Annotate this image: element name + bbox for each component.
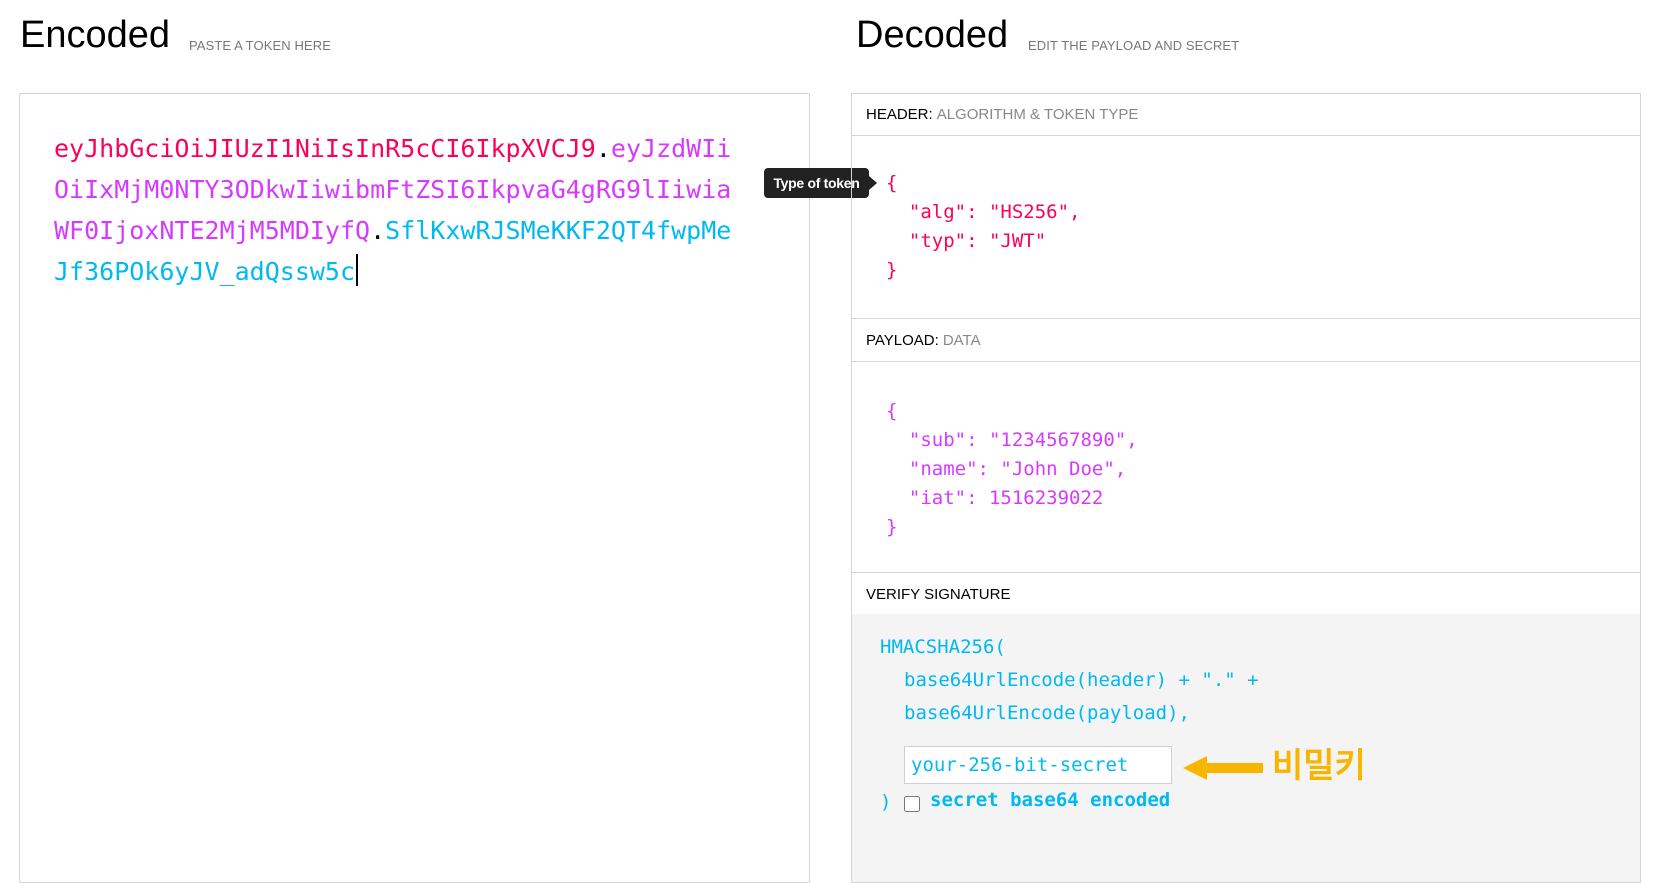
token-header-part: eyJhbGciOiJIUzI1NiIsInR5cCI6IkpXVCJ9 — [54, 134, 596, 163]
secret-base64-label[interactable]: secret base64 encoded — [930, 789, 1170, 811]
hmac-payload-arg: base64UrlEncode(payload), — [904, 702, 1190, 724]
payload-sublabel: DATA — [942, 332, 981, 349]
encoded-subtitle: PASTE A TOKEN HERE — [189, 38, 331, 53]
decoded-title: Decoded — [856, 14, 1009, 56]
header-sublabel: ALGORITHM & TOKEN TYPE — [936, 106, 1139, 123]
text-cursor — [356, 254, 359, 286]
divider — [852, 572, 1640, 573]
header-section-title: HEADER: ALGORITHM & TOKEN TYPE — [852, 94, 1640, 136]
payload-label: PAYLOAD: — [866, 332, 939, 349]
secret-key-annotation: 비밀키 — [1272, 747, 1366, 785]
secret-input[interactable] — [904, 746, 1172, 784]
encoded-title: Encoded — [20, 14, 171, 56]
hmac-header-arg: base64UrlEncode(header) + "." + — [904, 669, 1259, 691]
encoded-token-text[interactable]: eyJhbGciOiJIUzI1NiIsInR5cCI6IkpXVCJ9.eyJ… — [54, 128, 744, 292]
verify-label: VERIFY SIGNATURE — [866, 586, 1011, 603]
verify-section-title: VERIFY SIGNATURE — [852, 574, 1640, 616]
payload-json-editor[interactable]: { "sub": "1234567890", "name": "John Doe… — [886, 397, 1138, 542]
hmac-close-paren: ) — [880, 791, 892, 813]
token-dot: . — [595, 134, 611, 163]
verify-signature-body: HMACSHA256( base64UrlEncode(header) + ".… — [852, 614, 1640, 882]
token-dot: . — [370, 216, 386, 245]
payload-section-title: PAYLOAD: DATA — [852, 320, 1640, 362]
hmac-function-name: HMACSHA256( — [880, 636, 1006, 658]
secret-base64-checkbox[interactable] — [904, 796, 920, 812]
encoded-token-editor[interactable]: eyJhbGciOiJIUzI1NiIsInR5cCI6IkpXVCJ9.eyJ… — [19, 93, 810, 883]
header-label: HEADER: — [866, 106, 933, 123]
divider — [852, 318, 1640, 319]
decoded-subtitle: EDIT THE PAYLOAD AND SECRET — [1028, 38, 1240, 53]
header-json-editor[interactable]: { "alg": "HS256", "typ": "JWT" } — [886, 169, 1080, 285]
arrow-left-icon — [1183, 756, 1263, 780]
